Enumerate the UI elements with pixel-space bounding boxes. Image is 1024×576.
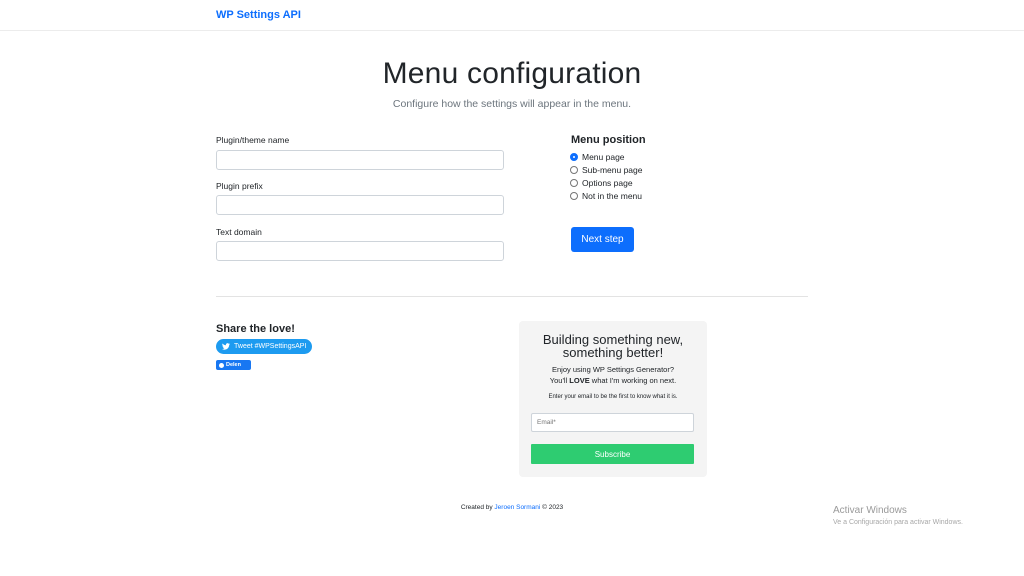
- newsletter-line2: You'll LOVE what I'm working on next.: [519, 376, 707, 385]
- brand-link[interactable]: WP Settings API: [216, 9, 301, 21]
- facebook-label: Delen: [226, 362, 241, 368]
- text-domain-label: Text domain: [216, 227, 262, 237]
- radio-unchecked-icon[interactable]: [570, 179, 578, 187]
- radio-not-in-menu[interactable]: Not in the menu: [570, 191, 642, 201]
- text-domain-input[interactable]: [216, 241, 504, 261]
- section-divider: [216, 296, 808, 297]
- next-step-button[interactable]: Next step: [571, 227, 634, 252]
- menu-position-title: Menu position: [571, 134, 646, 146]
- footer-post: © 2023: [540, 504, 564, 511]
- footer-pre: Created by: [460, 504, 495, 511]
- radio-label: Not in the menu: [582, 191, 643, 201]
- email-input[interactable]: [531, 413, 694, 432]
- twitter-bird-icon: [222, 343, 230, 350]
- windows-activation-subtitle: Ve a Configuración para activar Windows.: [833, 519, 963, 526]
- radio-label: Sub-menu page: [582, 165, 643, 175]
- plugin-name-input[interactable]: [216, 150, 504, 170]
- tweet-button[interactable]: Tweet #WPSettingsAPI: [216, 339, 312, 354]
- share-title: Share the love!: [216, 323, 295, 335]
- radio-label: Options page: [582, 178, 633, 188]
- radio-options-page[interactable]: Options page: [570, 178, 633, 188]
- facebook-icon: [219, 362, 224, 368]
- newsletter-line2-post: what I'm working on next.: [589, 376, 677, 385]
- plugin-prefix-input[interactable]: [216, 195, 504, 215]
- newsletter-line1: Enjoy using WP Settings Generator?: [551, 365, 674, 374]
- subscribe-button[interactable]: Subscribe: [531, 444, 694, 464]
- page-subtitle: Configure how the settings will appear i…: [392, 98, 632, 110]
- newsletter-title: Building something new, something better…: [519, 333, 707, 359]
- radio-menu-page[interactable]: Menu page: [570, 152, 625, 162]
- plugin-prefix-label: Plugin prefix: [216, 181, 263, 191]
- radio-unchecked-icon[interactable]: [570, 166, 578, 174]
- newsletter-hint: Enter your email to be the first to know…: [548, 394, 678, 400]
- facebook-share-button[interactable]: Delen: [216, 360, 251, 370]
- newsletter-line2-bold: LOVE: [569, 376, 590, 385]
- newsletter-line2-pre: You'll: [549, 376, 570, 385]
- radio-label: Menu page: [582, 152, 625, 162]
- radio-sub-menu-page[interactable]: Sub-menu page: [570, 165, 643, 175]
- newsletter-title-line2: something better!: [562, 345, 664, 360]
- windows-activation-title: Activar Windows: [833, 505, 907, 516]
- radio-checked-icon[interactable]: [570, 153, 578, 161]
- page-title: Menu configuration: [382, 57, 642, 90]
- top-navbar: WP Settings API: [0, 0, 1024, 31]
- tweet-label: Tweet #WPSettingsAPI: [234, 343, 307, 350]
- newsletter-card: Building something new, something better…: [519, 321, 707, 477]
- radio-unchecked-icon[interactable]: [570, 192, 578, 200]
- plugin-name-label: Plugin/theme name: [216, 135, 290, 145]
- author-link[interactable]: Jeroen Sormani: [494, 504, 540, 511]
